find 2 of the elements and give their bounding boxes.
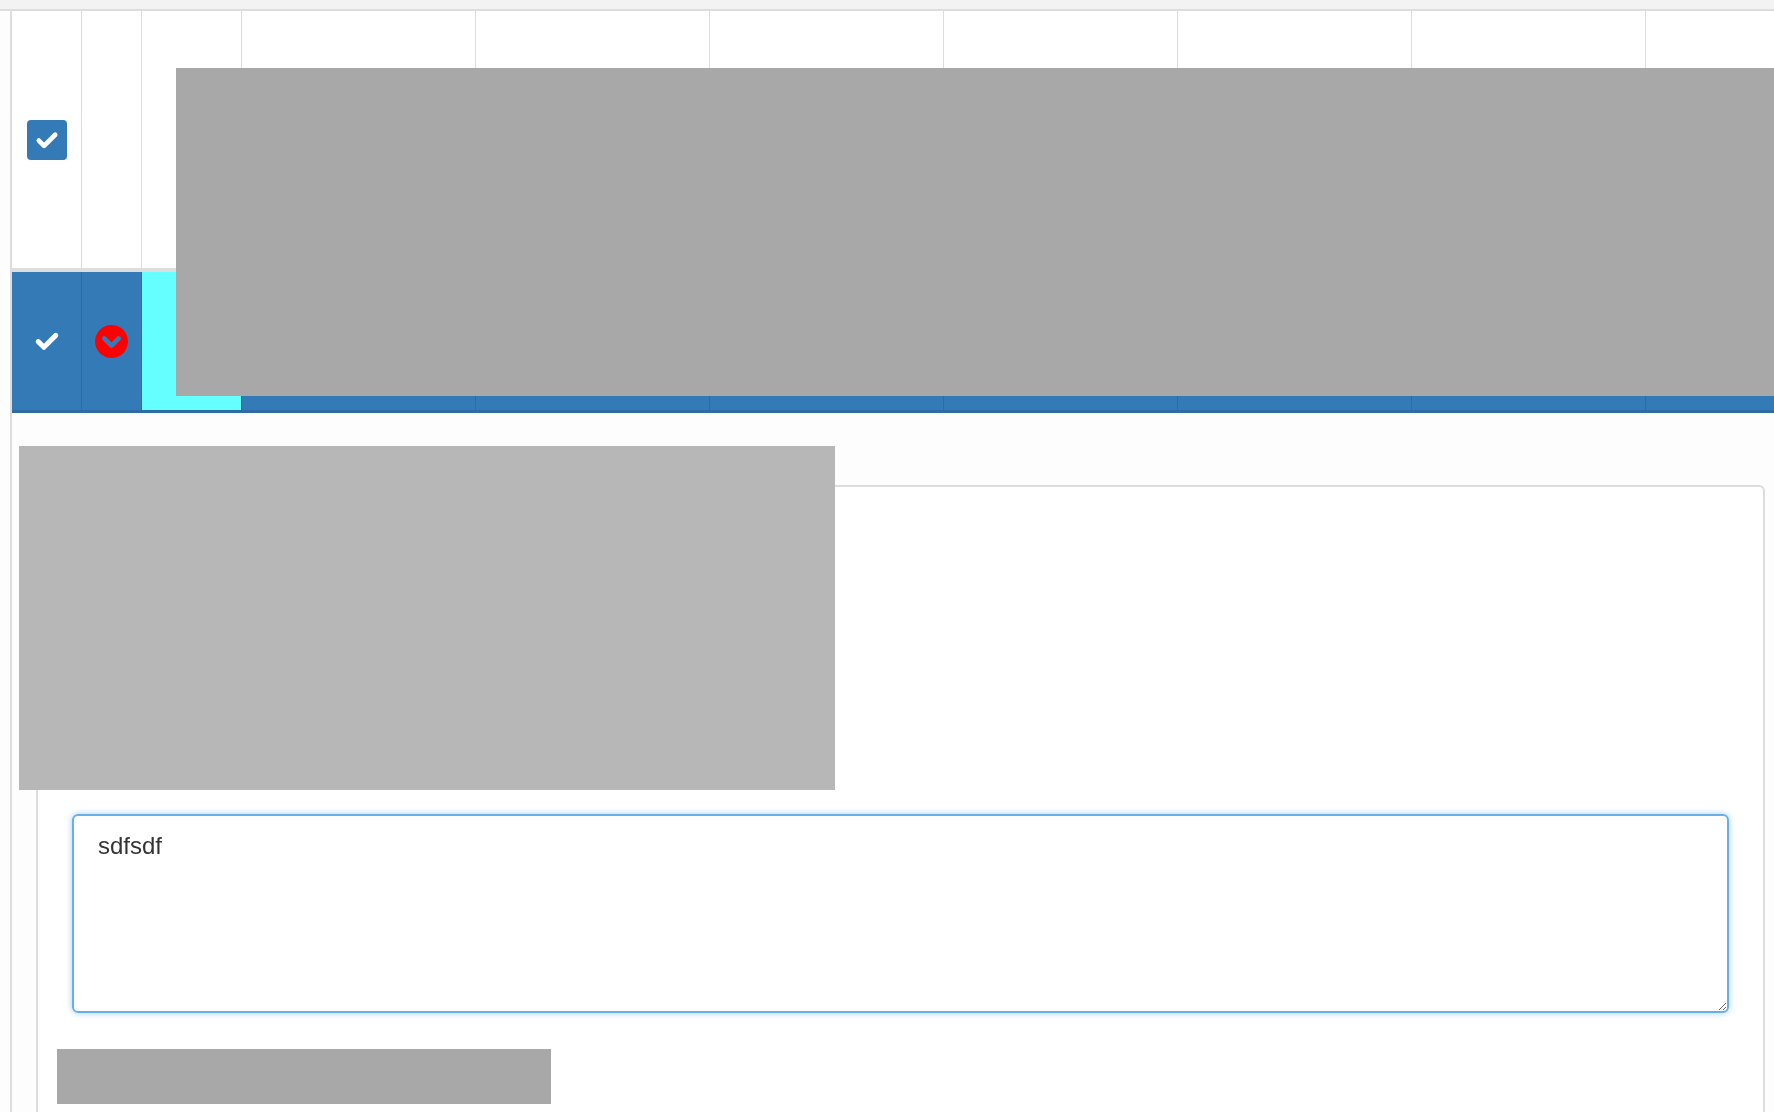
row-checkbox[interactable] — [26, 119, 67, 160]
comment-field[interactable]: sdfsdf — [72, 814, 1729, 1013]
